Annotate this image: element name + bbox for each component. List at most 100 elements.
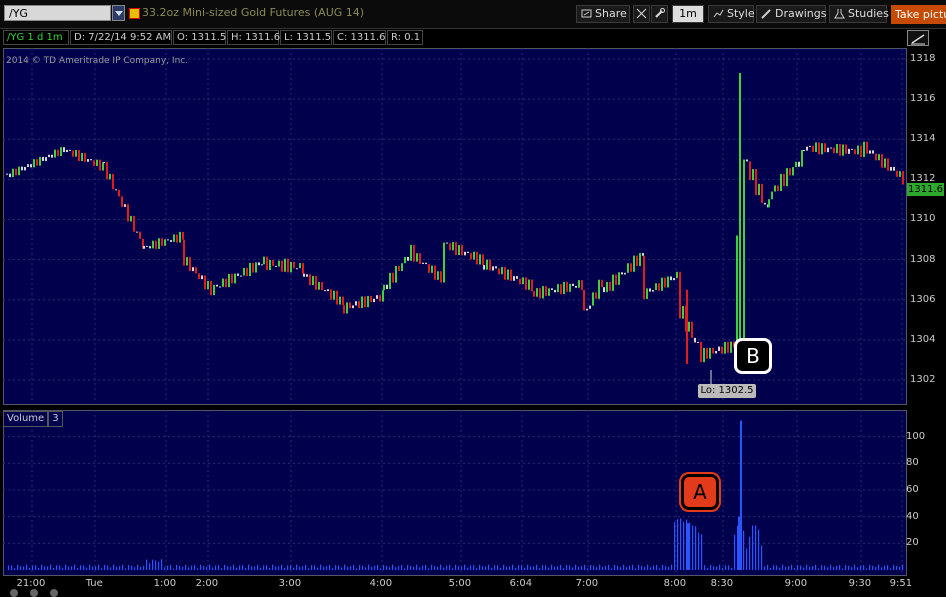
volume-bar: [302, 566, 304, 570]
volume-bar: [875, 566, 877, 570]
volume-bar: [248, 564, 250, 570]
price-bar: [284, 258, 286, 272]
volume-bar: [80, 565, 82, 570]
price-bar: [513, 276, 515, 281]
price-bar: [649, 288, 651, 292]
volume-bar: [710, 564, 712, 570]
price-bar: [609, 281, 611, 291]
take-picture-button[interactable]: Take pictur: [891, 5, 946, 24]
volume-bar: [701, 534, 703, 570]
study-label[interactable]: /YG 1 d 1m: [3, 30, 69, 45]
price-bar: [452, 242, 454, 251]
volume-bar: [566, 565, 568, 570]
volume-bar: [377, 564, 379, 570]
volume-bar: [485, 566, 487, 570]
price-bar: [875, 153, 877, 161]
volume-bar: [620, 567, 622, 570]
price-bar: [752, 169, 754, 181]
volume-bar: [575, 564, 577, 570]
volume-bar: [725, 565, 727, 570]
price-bar: [839, 144, 841, 156]
settings-tool-button[interactable]: [651, 5, 668, 23]
price-bar: [261, 264, 263, 266]
scroll-left-icon[interactable]: [10, 589, 18, 597]
price-bar: [84, 152, 86, 162]
volume-bar: [587, 568, 589, 570]
scroll-right-icon[interactable]: [50, 589, 58, 597]
volume-bar: [422, 565, 424, 570]
alert-flag-icon[interactable]: [129, 8, 140, 19]
volume-bar: [833, 567, 835, 570]
price-bar: [548, 288, 550, 296]
volume-bar: [62, 567, 64, 570]
price-bar: [389, 272, 391, 290]
volume-bar: [104, 565, 106, 570]
studies-button[interactable]: Studies: [829, 5, 889, 23]
volume-bar: [881, 567, 883, 570]
volume-bar: [137, 564, 139, 570]
price-bar: [730, 341, 732, 353]
price-bar: [780, 173, 782, 192]
price-bar: [146, 245, 148, 247]
drawings-button[interactable]: Drawings: [756, 5, 826, 23]
callout-b: B: [734, 338, 772, 374]
price-bar: [812, 145, 814, 152]
share-button[interactable]: Share: [576, 5, 630, 23]
volume-bar: [215, 565, 217, 570]
price-bar: [18, 166, 20, 176]
volume-chart-svg[interactable]: [3, 410, 905, 574]
price-bar: [703, 347, 705, 363]
scroll-controls[interactable]: [2, 589, 72, 597]
volume-bar: [11, 565, 13, 570]
volume-bar: [785, 566, 787, 570]
price-bar: [755, 169, 757, 196]
volume-bar: [542, 565, 544, 570]
time-axis-label: 8:30: [710, 578, 734, 589]
interval-button[interactable]: 1m: [672, 5, 704, 23]
price-bar: [425, 262, 427, 265]
volume-bar: [353, 564, 355, 570]
last-price-tag: 1311.6: [907, 183, 944, 196]
price-bar: [376, 295, 378, 299]
price-bar: [266, 256, 268, 271]
volume-bar: [689, 522, 691, 570]
volume-bar: [47, 566, 49, 570]
volume-bar: [488, 564, 490, 570]
price-bar: [96, 159, 98, 166]
volume-bar: [680, 518, 682, 570]
price-axis-label: 1306: [910, 293, 936, 305]
crosshair-tool-button[interactable]: [633, 5, 650, 23]
price-bar: [884, 158, 886, 168]
price-bar: [161, 238, 163, 246]
price-bar: [887, 158, 889, 171]
drawing-tool-icon[interactable]: [907, 30, 929, 46]
volume-bar: [782, 564, 784, 570]
price-bar: [45, 157, 47, 161]
style-button[interactable]: Style: [708, 5, 755, 23]
price-bar: [401, 263, 403, 271]
volume-bar: [521, 565, 523, 570]
price-bar: [890, 166, 892, 171]
volume-bar: [452, 568, 454, 570]
symbol-dropdown-button[interactable]: [112, 5, 125, 21]
volume-bar: [83, 565, 85, 570]
price-bar: [583, 289, 585, 311]
price-bar: [557, 284, 559, 293]
price-bar: [581, 280, 583, 290]
volume-bar: [617, 565, 619, 570]
price-bar: [195, 267, 197, 274]
volume-bar: [308, 568, 310, 570]
symbol-input[interactable]: /YG: [4, 5, 111, 21]
price-bar: [789, 168, 791, 176]
time-axis-label: 9:30: [848, 578, 872, 589]
price-bar: [170, 240, 172, 242]
volume-bar: [872, 565, 874, 570]
volume-bar: [203, 566, 205, 570]
price-bar: [743, 159, 745, 345]
pencil-icon: [761, 9, 771, 19]
price-bar: [183, 239, 185, 266]
scroll-mid-icon[interactable]: [30, 589, 38, 597]
price-bar: [109, 173, 111, 180]
price-bar: [213, 284, 215, 296]
price-bar: [857, 145, 859, 155]
